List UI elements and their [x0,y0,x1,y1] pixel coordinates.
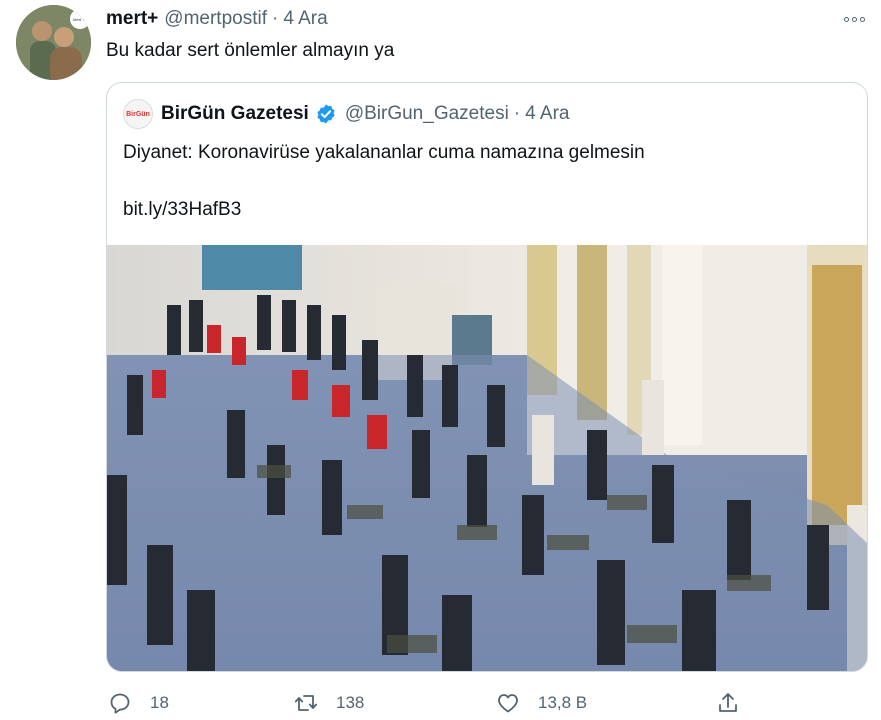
header-separator: · [271,8,279,29]
more-icon[interactable] [841,8,867,30]
quoted-tweet-header: BirGün BirGün Gazetesi @BirGun_Gazetesi … [123,99,570,129]
quoted-tweet-time: 4 Ara [525,103,570,124]
retweet-button[interactable]: 138 [294,688,364,718]
verified-icon [317,104,335,124]
reply-button[interactable]: 18 [108,688,169,718]
quoted-author-avatar: BirGün [123,99,153,129]
author-name[interactable]: mert+ [106,8,158,30]
quoted-tweet-text: Diyanet: Koronavirüse yakalananlar cuma … [123,142,645,163]
share-icon [719,693,737,712]
avatar-badge: Mert Ya [73,17,87,22]
retweet-icon [294,695,318,711]
share-button[interactable] [716,688,740,718]
quoted-author-name: BirGün Gazetesi [161,103,309,124]
reply-count: 18 [150,693,169,712]
reply-icon [110,693,130,714]
tweet[interactable]: Mert Ya mert+ @mertpostif · 4 Ara Bu kad… [0,0,881,720]
author-avatar[interactable]: Mert Ya [16,5,91,80]
tweet-text: Bu kadar sert önlemler almayın ya [106,40,395,61]
quoted-author-handle: @BirGun_Gazetesi [344,103,509,124]
like-count: 13,8 B [538,693,588,712]
mosque-prayer-photo [107,245,867,671]
quoted-tweet-photo[interactable] [107,245,867,671]
quoted-tweet-link[interactable]: bit.ly/33HafB3 [123,199,241,221]
retweet-count: 138 [336,693,365,712]
like-button[interactable]: 13,8 B [496,688,587,718]
author-handle[interactable]: @mertpostif [164,8,267,30]
avatar-photo: Mert Ya [16,5,91,80]
tweet-time[interactable]: 4 Ara [283,8,327,30]
tweet-header: mert+ @mertpostif · 4 Ara [106,8,328,30]
tweet-actions: 18 138 13,8 B [106,688,836,718]
quoted-header-separator: · [513,103,521,124]
like-icon [498,694,518,713]
quoted-tweet[interactable]: BirGün BirGün Gazetesi @BirGun_Gazetesi … [106,82,868,672]
